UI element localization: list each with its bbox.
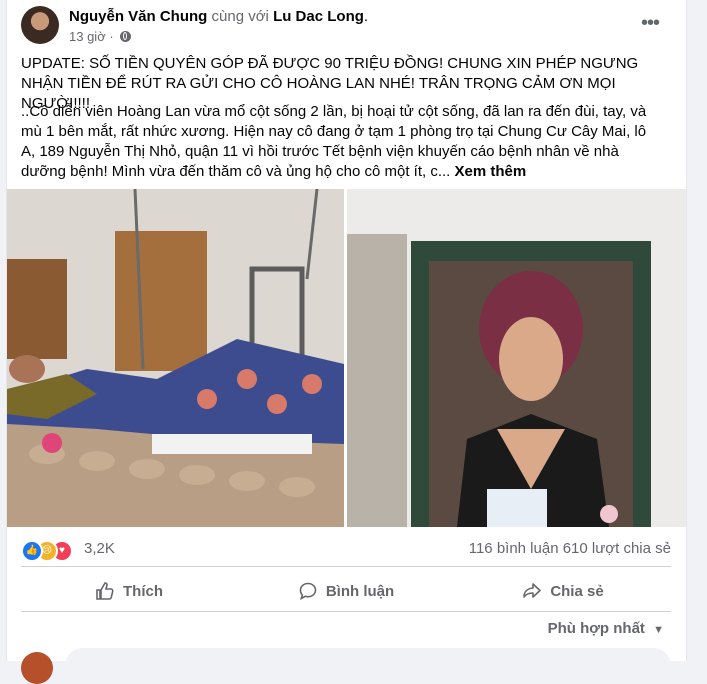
portrait-photo-illustration [347,189,686,527]
share-count[interactable]: 610 lượt chia sẻ [563,540,671,557]
see-more-link[interactable]: Xem thêm [455,163,527,180]
post-stats: 👍 😢 ♥ 3,2K 116 bình luận 610 lượt chia s… [21,536,671,562]
post-time[interactable]: 13 giờ [69,29,106,44]
like-button[interactable]: Thích [21,571,237,611]
more-options-button[interactable]: ••• [635,10,665,40]
tagged-name[interactable]: Lu Dac Long [273,8,364,25]
thumbs-up-icon [96,582,114,600]
author-line: Nguyễn Văn Chung cùng với Lu Dac Long. [69,8,368,26]
like-label: Thích [123,582,163,600]
comment-label: Bình luận [325,582,395,600]
comment-input[interactable] [65,648,671,684]
author-name[interactable]: Nguyễn Văn Chung [69,8,207,25]
divider-bottom [21,611,671,612]
author-avatar[interactable] [21,6,59,44]
photo-portrait-frame[interactable] [347,189,686,527]
post-actions: Thích Bình luận Chia sẻ [21,571,671,611]
divider-top [21,566,671,567]
meta-dot: · [109,29,114,44]
with-text: cùng với [211,8,269,25]
caret-down-icon: ▼ [653,624,664,636]
like-reaction-icon: 👍 [21,540,43,562]
reaction-count[interactable]: 3,2K [84,540,115,557]
photo-grid [7,189,686,527]
sort-label: Phù hợp nhất [547,620,645,637]
comment-sort-dropdown[interactable]: Phù hợp nhất ▼ [548,620,664,637]
share-arrow-icon [523,583,542,598]
share-label: Chia sẻ [550,582,604,600]
reaction-icons[interactable]: 👍 😢 ♥ [21,540,79,562]
globe-icon [120,31,132,42]
comment-count[interactable]: 116 bình luận [469,540,559,557]
engagement-stats: 116 bình luận 610 lượt chia sẻ [469,540,671,557]
comment-composer [21,648,671,684]
body-text: ..Cô diễn viên Hoàng Lan vừa mổ cột sống… [21,103,647,180]
comment-bubble-icon [299,582,317,601]
photo-patient-lying[interactable] [7,189,344,527]
share-button[interactable]: Chia sẻ [455,571,671,611]
tagged-suffix: . [363,8,369,25]
post-body: ..Cô diễn viên Hoàng Lan vừa mổ cột sống… [21,102,661,182]
post-header: Nguyễn Văn Chung cùng với Lu Dac Long. 1… [21,6,671,46]
post-meta: 13 giờ · [69,29,132,44]
user-avatar[interactable] [21,652,53,684]
patient-photo-illustration [7,189,344,527]
post-card: Nguyễn Văn Chung cùng với Lu Dac Long. 1… [6,0,687,684]
comment-button[interactable]: Bình luận [238,571,454,611]
